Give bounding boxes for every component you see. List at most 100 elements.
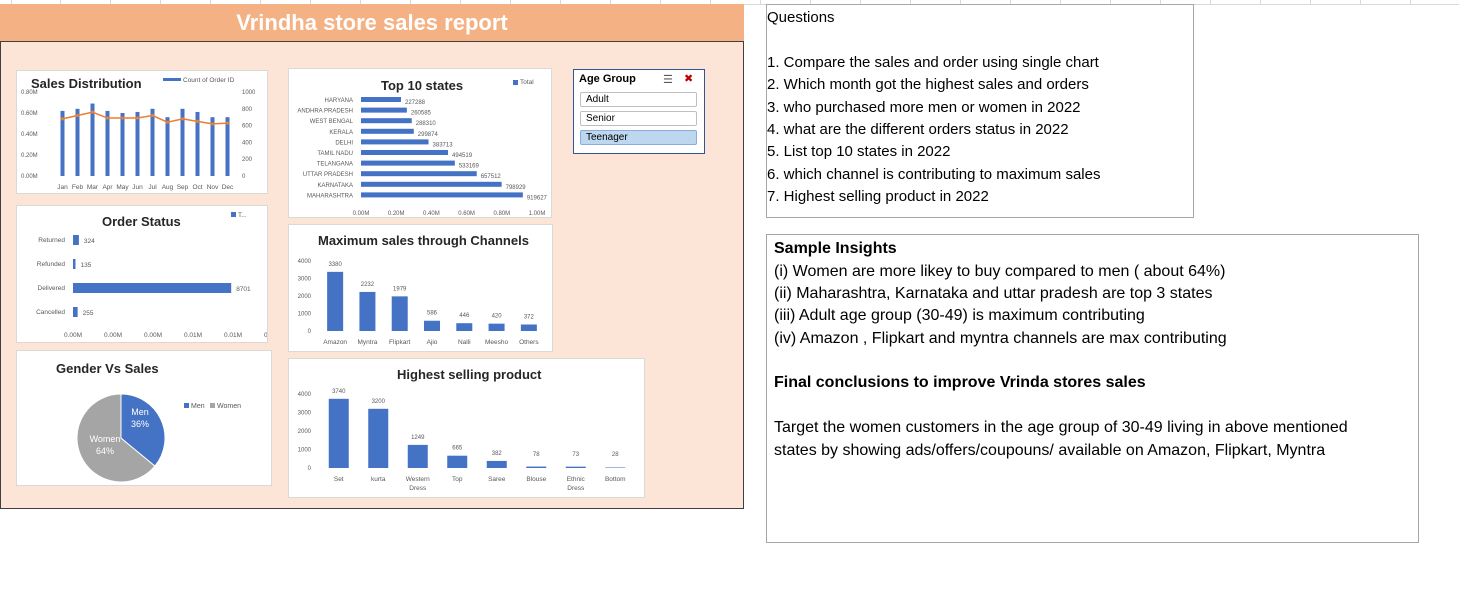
sales-bar xyxy=(135,111,140,176)
channels-chart[interactable]: Maximum sales through Channels 4000 3000 2… xyxy=(288,224,553,352)
clear-filter-icon[interactable]: ✖ xyxy=(684,72,693,85)
x-tick-label: 0.40M xyxy=(423,211,440,217)
column-gridline xyxy=(760,0,761,4)
y-tick-label: 0.40M xyxy=(21,132,38,138)
legend-swatch xyxy=(231,212,236,217)
x-tick-label: Ethnic xyxy=(567,476,586,483)
legend-label: Count of Order ID xyxy=(183,77,235,84)
order-count-point xyxy=(105,116,110,120)
data-label: 3200 xyxy=(372,399,386,405)
value-bar xyxy=(424,320,440,331)
y-tick-label: TAMIL NADU xyxy=(317,151,353,157)
y-tick-label: 0.80M xyxy=(21,90,38,96)
insight-item: (ii) Maharashtra, Karnataka and uttar pr… xyxy=(774,285,1213,302)
legend-swatch-women xyxy=(210,403,215,408)
data-label: 8701 xyxy=(236,286,251,293)
order-count-point xyxy=(135,116,140,120)
slicer-item-senior[interactable]: Senior xyxy=(580,111,697,126)
value-bar xyxy=(488,323,505,331)
y-tick-label: 0 xyxy=(308,466,312,472)
state-bar xyxy=(361,118,412,124)
gender-vs-sales-chart[interactable]: Gender Vs Sales Men 36% Women 64% Men Wo… xyxy=(16,350,272,486)
insight-item: (iv) Amazon , Flipkart and myntra channe… xyxy=(774,330,1227,347)
legend-label: Total xyxy=(520,79,534,86)
column-gridline xyxy=(1210,0,1211,4)
value-bar xyxy=(456,323,473,331)
products-plot: 4000 3000 2000 1000 0 3740 Set 3200 kurta 1249 Wes… xyxy=(298,389,626,492)
sales-distribution-chart[interactable]: Sales Distribution Count of Order ID 0.8… xyxy=(16,70,268,194)
y2-tick-label: 0 xyxy=(242,174,246,180)
channels-plot: 4000 3000 2000 1000 0 3380 Amazon 2232 Myntra 197… xyxy=(298,259,540,346)
sales-bar xyxy=(210,117,215,176)
y-tick-label: 4000 xyxy=(298,392,312,398)
value-bar xyxy=(407,444,428,468)
status-bar xyxy=(73,235,79,245)
x-tick-label: Nalli xyxy=(458,339,471,346)
data-label: 227288 xyxy=(405,100,426,106)
y-tick-label: 0 xyxy=(308,329,312,335)
conclusion-line: Target the women customers in the age gr… xyxy=(774,419,1348,436)
x-tick-label: 0.00M xyxy=(353,211,370,217)
data-label: 657512 xyxy=(481,174,502,180)
x-tick-label: Dress xyxy=(567,485,585,492)
value-bar xyxy=(328,398,349,468)
status-bar xyxy=(73,259,76,269)
sales-bar xyxy=(225,117,230,176)
slicer-item-teenager[interactable]: Teenager xyxy=(580,130,697,145)
y-tick-label: 3000 xyxy=(298,411,312,417)
data-label: 73 xyxy=(572,452,579,458)
y-tick-label: KERALA xyxy=(329,130,353,136)
data-label: 299874 xyxy=(418,132,439,138)
question-item: 5. List top 10 states in 2022 xyxy=(767,143,951,160)
x-tick-label: Blouse xyxy=(526,476,546,483)
data-label: 382 xyxy=(492,451,503,457)
products-chart[interactable]: Highest selling product 4000 3000 2000 1000… xyxy=(288,358,645,498)
x-tick-label: 0.00M xyxy=(64,332,82,339)
multi-select-icon[interactable]: ☰ xyxy=(663,73,673,86)
x-tick-label: Oct xyxy=(192,184,202,191)
value-bar xyxy=(526,466,547,468)
y-tick-label: HARYANA xyxy=(325,98,353,104)
data-label: 586 xyxy=(427,311,438,317)
y-tick-label: TELANGANA xyxy=(317,162,353,168)
data-label: 135 xyxy=(80,262,91,269)
data-label: 288310 xyxy=(416,121,437,127)
value-bar xyxy=(391,296,408,331)
x-tick-label: 1.00M xyxy=(529,211,546,217)
data-label: 78 xyxy=(533,452,540,458)
order-count-point xyxy=(120,116,125,120)
y-tick-label: 0.60M xyxy=(21,111,38,117)
status-bar xyxy=(73,307,78,317)
y-tick-label: ANDHRA PRADESH xyxy=(297,109,353,115)
questions-box[interactable]: Questions 1. Compare the sales and order… xyxy=(766,4,1194,218)
data-label: 1249 xyxy=(411,435,425,441)
state-bar xyxy=(361,139,429,145)
slicer-header: Age Group xyxy=(579,73,636,85)
y-tick-label: 2000 xyxy=(298,429,312,435)
x-tick-label: 0.20M xyxy=(388,211,405,217)
x-tick-label: 0.60M xyxy=(458,211,475,217)
y-tick-label: KARNATAKA xyxy=(318,183,353,189)
age-group-slicer[interactable]: Age Group ☰ ✖ Adult Senior Teenager xyxy=(573,69,705,154)
slice-pct-women: 64% xyxy=(96,446,114,456)
top-states-chart[interactable]: Top 10 states Total HARYANA 227288 ANDHRA … xyxy=(288,68,552,218)
sales-bar xyxy=(75,108,80,176)
x-tick-label: Nov xyxy=(207,184,219,191)
slicer-item-adult[interactable]: Adult xyxy=(580,92,697,107)
x-tick-label: Meesho xyxy=(485,339,509,346)
state-bar xyxy=(361,97,402,102)
questions-heading: Questions xyxy=(767,9,835,26)
data-label: 420 xyxy=(492,314,503,320)
value-bar xyxy=(605,467,626,468)
insights-box[interactable]: Sample Insights (i) Women are more likey… xyxy=(766,234,1419,543)
order-count-point xyxy=(150,113,155,118)
x-tick-label: 0.01M xyxy=(264,332,267,339)
order-status-chart[interactable]: Order Status T... Returned 324 Refunded 135… xyxy=(16,205,268,343)
order-count-line xyxy=(62,111,228,125)
value-bar xyxy=(565,466,586,468)
state-bar xyxy=(361,181,502,187)
y2-tick-label: 400 xyxy=(242,140,253,146)
y-tick-label: 1000 xyxy=(298,448,312,454)
insights-heading: Sample Insights xyxy=(774,240,897,257)
x-tick-label: Feb xyxy=(72,184,84,191)
